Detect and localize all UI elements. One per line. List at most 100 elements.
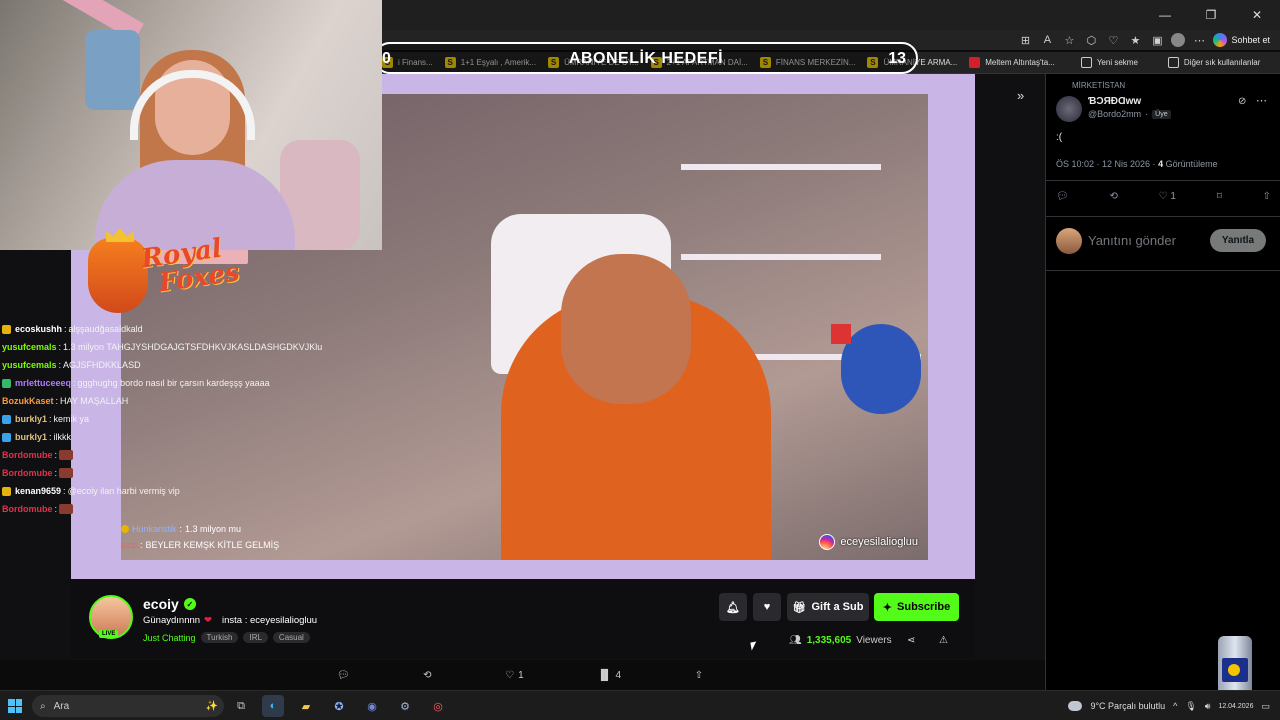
chat-username[interactable]: ecoskushh — [15, 320, 62, 338]
goal-target: 13 — [888, 50, 906, 67]
x-bookmark-icon[interactable]: ⌑ — [1217, 191, 1222, 202]
profile-avatar[interactable] — [1171, 33, 1186, 47]
file-explorer-icon[interactable]: ▰ — [295, 695, 317, 717]
tweet-action-bar: 💬︎ ⟲ ♡ 1 ▐▌ 4 ⇧ — [300, 660, 740, 690]
collapse-chat-icon[interactable]: » — [1017, 88, 1024, 103]
bookmark-item[interactable]: Yeni sekme — [1080, 57, 1138, 68]
bookmark-label: Diğer sık kullanılanlar — [1183, 58, 1261, 67]
extensions-icon[interactable]: ⬡ — [1083, 32, 1099, 48]
task-view-icon[interactable]: ⧉ — [230, 695, 252, 717]
chat-username[interactable]: burkly1 — [15, 410, 47, 428]
instagram-icon — [819, 534, 836, 550]
logo-text: Royal Foxes — [139, 233, 242, 299]
browser-essentials-icon[interactable]: ♡ — [1105, 32, 1121, 48]
obs-icon[interactable]: ◎ — [427, 695, 449, 717]
channel-name[interactable]: ecoiy ✓ — [143, 596, 196, 612]
chat-emote-icon — [59, 468, 74, 478]
x-handle[interactable]: @Bordo2mm — [1088, 109, 1141, 119]
chat-badge-icon — [2, 432, 11, 442]
chat-username[interactable]: Bordomube — [2, 464, 53, 482]
x-tweet-meta: ÖS 10:02 · 12 Nis 2026 · 4 Görüntüleme — [1056, 159, 1218, 169]
views-icon: ▐▌ — [597, 669, 612, 681]
mic-icon[interactable]: 🎙︎ — [1185, 701, 1196, 712]
weather-text[interactable]: 9°C Parçalı bulutlu — [1090, 701, 1165, 711]
retweet-action[interactable]: ⟲ — [423, 670, 431, 681]
share-action[interactable]: ⇧ — [695, 670, 703, 681]
discord-icon[interactable]: ◉ — [361, 695, 383, 717]
edge-icon[interactable]: ◐ — [262, 695, 284, 717]
reply-action[interactable]: 💬︎ — [337, 670, 350, 681]
x-tweet-panel: MİRKETİSTAN ƁƆЯÐⱭww @Bordo2mm · Üye ⊘ ⋯ … — [1045, 74, 1280, 690]
follow-heart-button[interactable]: ♥ — [753, 593, 781, 621]
chat-overlay: ecoskushh : alşşaudğasaldkald yusufcemals… — [2, 320, 362, 518]
search-icon: ⌕ — [40, 700, 46, 712]
channel-name-text: ecoiy — [143, 596, 179, 612]
folder-icon — [1167, 57, 1179, 68]
steam-icon[interactable]: ⚙ — [394, 695, 416, 717]
video-chat-line: Hunkaristik : 1.3 milyon mu — [121, 524, 279, 534]
subscribe-button[interactable]: ✦ Subscribe — [874, 593, 959, 621]
x-like-button[interactable]: ♡ 1 — [1159, 191, 1176, 202]
tag-casual[interactable]: Casual — [272, 632, 310, 643]
like-count: 1 — [518, 669, 524, 681]
tag-irl[interactable]: IRL — [243, 632, 268, 643]
viewers-number: 1,335,605 — [806, 635, 852, 646]
favorite-star-icon[interactable]: ☆ — [1061, 32, 1077, 48]
collections-icon[interactable]: ▣ — [1149, 32, 1165, 48]
restore-icon[interactable]: ❐ — [1188, 0, 1234, 30]
notification-bell-button[interactable]: 🔔︎ — [719, 593, 747, 621]
like-icon: ♡ — [505, 669, 515, 681]
chat-username[interactable]: BozukKaset — [2, 392, 54, 410]
read-aloud-icon[interactable]: A — [1039, 32, 1055, 48]
x-reply-input[interactable]: Yanıtını gönder — [1088, 233, 1176, 248]
goal-title: ABONELİK HEDEFİ — [568, 50, 724, 67]
video-chat-message: 1.3 milyon mu — [185, 524, 242, 534]
screen: — ❐ ✕ ⊞ A ☆ ⬡ ♡ ★ ▣ ⋯ Sohbet et Si Finan… — [0, 0, 1280, 720]
chat-username[interactable]: Bordomube — [2, 500, 53, 518]
more-options-icon[interactable]: ⋯ — [1256, 94, 1267, 107]
x-share-icon[interactable]: ⇧ — [1263, 191, 1271, 202]
favorites-icon[interactable]: ★ — [1127, 32, 1143, 48]
clock[interactable]: 12.04.2026 — [1218, 702, 1253, 711]
toolbar-icons: ⊞ A ☆ ⬡ ♡ ★ ▣ ⋯ Sohbet et — [1017, 32, 1270, 48]
close-icon[interactable]: ✕ — [1234, 0, 1280, 30]
x-display-name[interactable]: ƁƆЯÐⱭww — [1088, 96, 1141, 107]
x-role-badge: Üye — [1152, 109, 1171, 119]
gift-sub-button[interactable]: 🎁︎ Gift a Sub — [787, 593, 869, 621]
chat-username[interactable]: Bordomube — [2, 446, 53, 464]
views-action[interactable]: ▐▌ 4 — [597, 670, 621, 681]
viewers-icon: 👥︎ — [789, 635, 802, 646]
category-link[interactable]: Just Chatting — [143, 633, 196, 643]
bookmark-item[interactable]: Diğer sık kullanılanlar — [1167, 57, 1261, 68]
app-icon[interactable]: ✪ — [328, 695, 350, 717]
chat-username[interactable]: yusufcemals — [2, 356, 57, 374]
notification-icon[interactable]: ▭ — [1261, 701, 1270, 712]
app-available-icon[interactable]: ⊞ — [1017, 32, 1033, 48]
chat-username[interactable]: yusufcemals — [2, 338, 57, 356]
x-retweet-icon[interactable]: ⟲ — [1109, 191, 1117, 202]
x-community-label[interactable]: MİRKETİSTAN — [1072, 81, 1125, 90]
chat-username[interactable]: burkly1 — [15, 428, 47, 446]
x-user-avatar[interactable] — [1056, 96, 1082, 122]
chat-username[interactable]: kenan9659 — [15, 482, 61, 500]
minimize-icon[interactable]: — — [1142, 0, 1188, 30]
report-icon[interactable]: ⚠ — [939, 635, 948, 646]
more-menu-icon[interactable]: ⋯ — [1191, 32, 1207, 48]
like-action[interactable]: ♡ 1 — [505, 670, 524, 681]
copilot-button[interactable]: Sohbet et — [1213, 33, 1270, 47]
grok-icon[interactable]: ⊘ — [1238, 96, 1246, 107]
x-like-count: 1 — [1170, 191, 1176, 202]
tray-chevron-icon[interactable]: ^ — [1173, 701, 1177, 711]
crown-icon — [106, 228, 134, 242]
video-chat-user: ozzi — [121, 540, 138, 550]
bookmark-item[interactable]: Meltem Altıntaş'ta... — [969, 57, 1055, 68]
volume-icon[interactable]: 🔊︎ — [1205, 701, 1211, 712]
tag-turkish[interactable]: Turkish — [200, 632, 239, 643]
taskbar-search[interactable]: ⌕ Ara ✨ — [32, 695, 224, 717]
x-reply-button[interactable]: Yanıtla — [1210, 229, 1266, 252]
windows-start-icon[interactable] — [8, 699, 22, 713]
chat-username[interactable]: mrlettuceeeq — [15, 374, 71, 392]
chat-badge-icon — [121, 525, 129, 533]
x-reply-icon[interactable]: 💬︎ — [1056, 191, 1069, 202]
share-icon[interactable]: ⋖ — [907, 635, 915, 646]
